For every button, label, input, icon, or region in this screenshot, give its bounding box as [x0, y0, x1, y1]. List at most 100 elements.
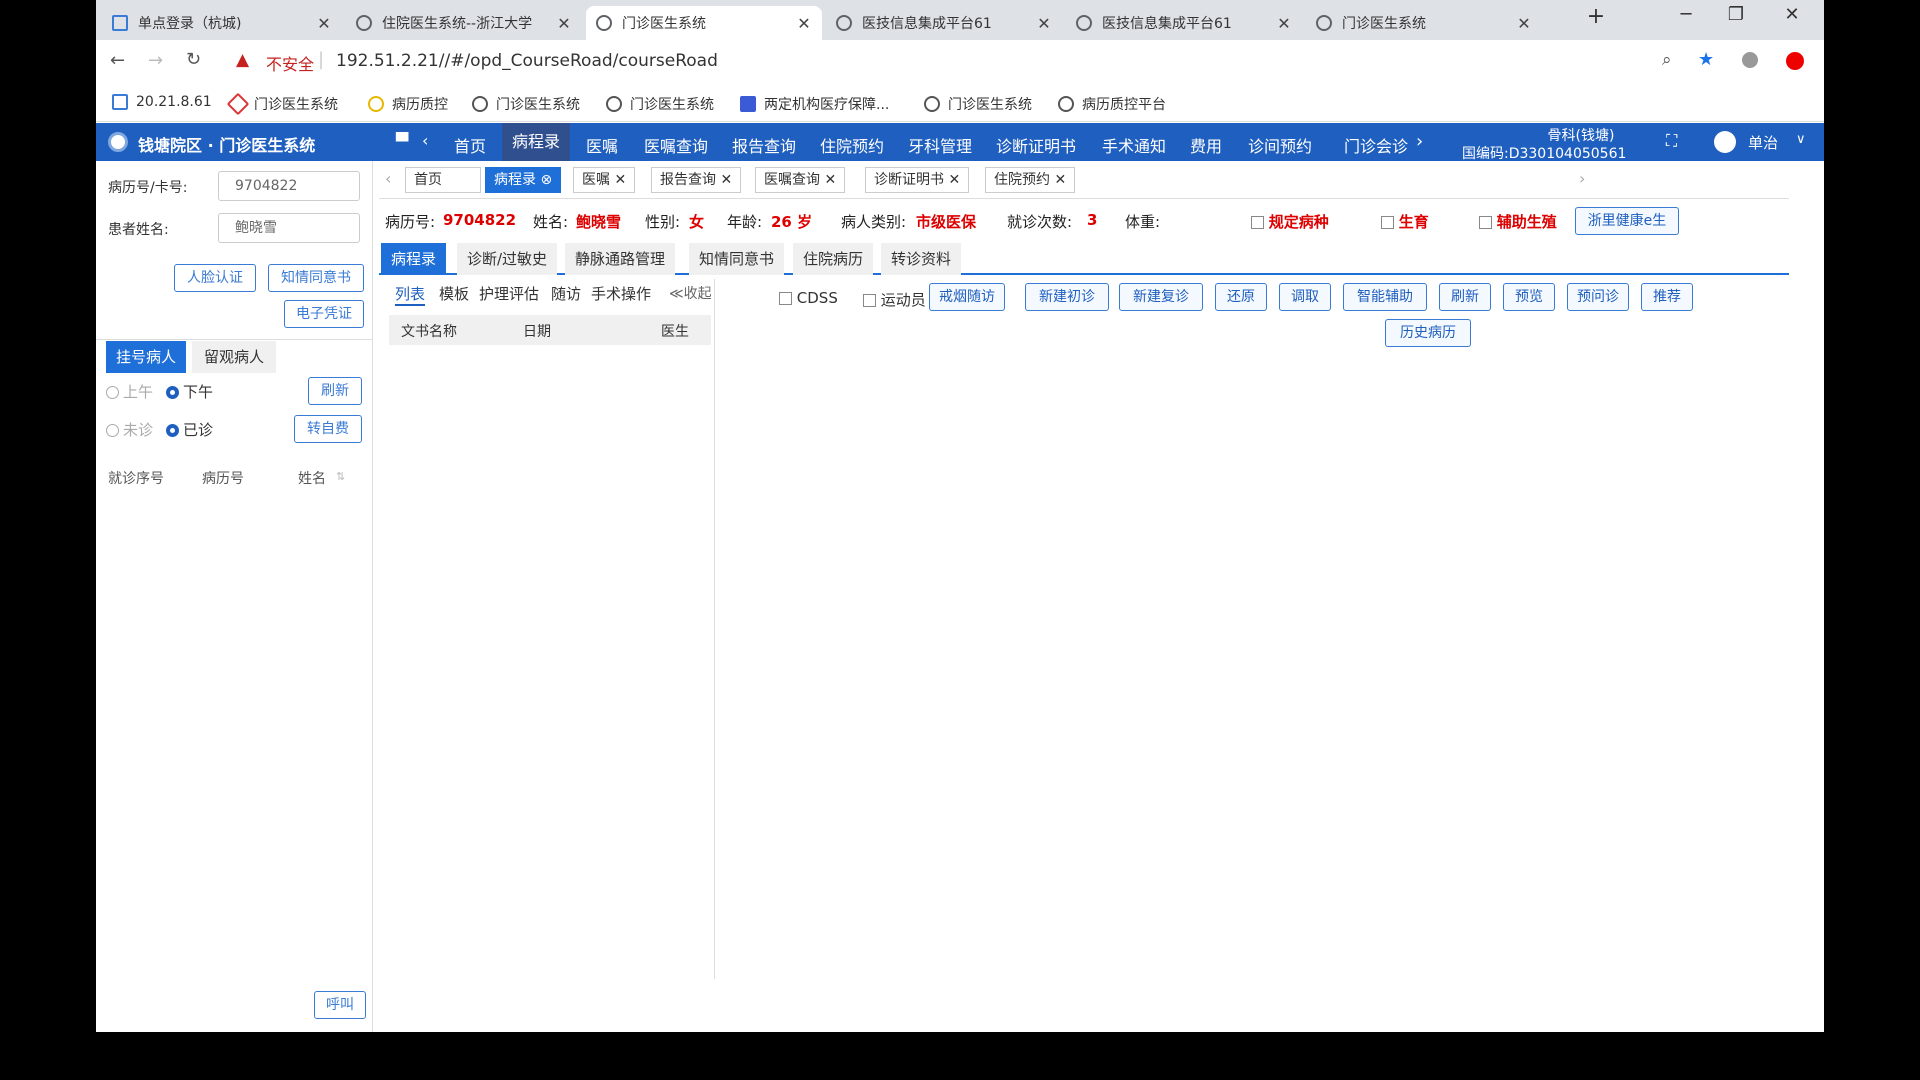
pm-radio[interactable]: 下午: [166, 381, 213, 402]
menu-icon[interactable]: ▀: [396, 132, 408, 151]
tab-observation[interactable]: 留观病人: [192, 341, 276, 373]
bookmark-item[interactable]: 门诊医生系统: [924, 94, 1032, 114]
browser-tab[interactable]: 单点登录（杭城) ✕: [102, 6, 342, 40]
tab-registered[interactable]: 挂号病人: [106, 341, 186, 373]
star-icon[interactable]: ★: [1698, 49, 1714, 70]
subtab-referral[interactable]: 转诊资料: [881, 243, 962, 275]
nav-surgery-notice[interactable]: 手术通知: [1102, 133, 1166, 157]
doc-tab-template[interactable]: 模板: [439, 283, 469, 304]
refresh-record-button[interactable]: 刷新: [1439, 283, 1491, 311]
restore-record-button[interactable]: 还原: [1215, 283, 1267, 311]
name-input[interactable]: 鲍晓雪: [218, 213, 360, 243]
consent-button[interactable]: 知情同意书: [268, 264, 364, 292]
browser-tab-active[interactable]: 门诊医生系统 ✕: [586, 6, 822, 40]
page-tab-admission[interactable]: 住院预约 ✕: [985, 167, 1076, 193]
collapse-button[interactable]: ≪收起: [669, 283, 712, 303]
zheli-health-button[interactable]: 浙里健康e生: [1575, 207, 1679, 235]
close-icon[interactable]: ✕: [614, 172, 626, 188]
profile-icon[interactable]: [1742, 52, 1758, 68]
nav-home[interactable]: 首页: [454, 133, 486, 157]
page-tab-report[interactable]: 报告查询 ✕: [651, 167, 742, 193]
nav-diagnosis-cert[interactable]: 诊断证明书: [996, 133, 1076, 157]
nav-report-query[interactable]: 报告查询: [732, 133, 796, 157]
rule-disease-checkbox[interactable]: 规定病种: [1251, 211, 1329, 232]
record-input[interactable]: 9704822: [218, 171, 360, 201]
browser-tab[interactable]: 住院医生系统--浙江大学 ✕: [346, 6, 582, 40]
preview-button[interactable]: 预览: [1503, 283, 1555, 311]
subtab-venous[interactable]: 静脉通路管理: [565, 243, 676, 275]
bookmark-item[interactable]: 门诊医生系统: [606, 94, 714, 114]
back-icon[interactable]: ←: [110, 50, 125, 71]
restore-button[interactable]: ❐: [1716, 4, 1756, 25]
scroll-right-icon[interactable]: ›: [1579, 169, 1585, 188]
new-first-visit-button[interactable]: 新建初诊: [1025, 283, 1109, 311]
cdss-checkbox[interactable]: CDSS: [779, 289, 838, 307]
doc-tab-surgery[interactable]: 手术操作: [591, 283, 651, 304]
window-close-button[interactable]: ✕: [1772, 4, 1812, 25]
nav-consultation[interactable]: 门诊会诊: [1344, 133, 1408, 157]
user-name[interactable]: 单治: [1748, 132, 1778, 153]
page-tab-order-query[interactable]: 医嘱查询 ✕: [755, 167, 846, 193]
fullscreen-icon[interactable]: ⛶: [1666, 131, 1677, 151]
history-record-button[interactable]: 历史病历: [1385, 319, 1471, 347]
close-icon[interactable]: ✕: [720, 172, 732, 188]
fetch-button[interactable]: 调取: [1279, 283, 1331, 311]
refresh-button[interactable]: 刷新: [308, 377, 362, 405]
browser-tab[interactable]: 医技信息集成平台61 ✕: [826, 6, 1062, 40]
nav-prev-icon[interactable]: ‹: [422, 131, 428, 150]
bookmark-item[interactable]: 病历质控: [368, 94, 448, 114]
bookmark-item[interactable]: 20.21.8.61: [112, 94, 212, 110]
new-tab-button[interactable]: +: [1576, 4, 1616, 29]
bookmark-item[interactable]: 门诊医生系统: [226, 92, 338, 116]
assisted-repro-checkbox[interactable]: 辅助生殖: [1479, 211, 1557, 232]
subtab-diagnosis[interactable]: 诊断/过敏史: [457, 243, 558, 275]
e-cert-button[interactable]: 电子凭证: [284, 300, 364, 328]
bookmark-item[interactable]: 门诊医生系统: [472, 94, 580, 114]
reload-icon[interactable]: ↻: [186, 49, 201, 70]
face-auth-button[interactable]: 人脸认证: [174, 264, 256, 292]
close-icon[interactable]: ✕: [556, 14, 572, 33]
zoom-icon[interactable]: ⌕: [1662, 50, 1672, 70]
seen-radio[interactable]: 已诊: [166, 419, 213, 440]
recommend-button[interactable]: 推荐: [1641, 283, 1693, 311]
chevron-down-icon[interactable]: ∨: [1796, 132, 1806, 147]
subtab-inpatient[interactable]: 住院病历: [793, 243, 874, 275]
nav-course-record[interactable]: 病程录: [502, 123, 571, 161]
page-tab-course[interactable]: 病程录 ⊗: [485, 167, 562, 193]
extension-icon[interactable]: [1786, 52, 1804, 70]
close-icon[interactable]: ✕: [824, 172, 836, 188]
pre-consult-button[interactable]: 预问诊: [1567, 283, 1629, 311]
scroll-left-icon[interactable]: ‹: [385, 169, 391, 188]
close-icon[interactable]: ✕: [796, 14, 812, 33]
subtab-course[interactable]: 病程录: [381, 243, 447, 275]
self-pay-button[interactable]: 转自费: [294, 415, 362, 443]
page-tab-orders[interactable]: 医嘱 ✕: [573, 167, 636, 193]
sort-icon[interactable]: ⇅: [336, 470, 345, 483]
close-icon[interactable]: ✕: [1516, 14, 1532, 33]
close-icon[interactable]: ✕: [1054, 172, 1066, 188]
smart-assist-button[interactable]: 智能辅助: [1343, 283, 1427, 311]
close-icon[interactable]: ✕: [948, 172, 960, 188]
nav-fees[interactable]: 费用: [1190, 133, 1222, 157]
athlete-checkbox[interactable]: 运动员: [863, 289, 926, 310]
smoking-followup-button[interactable]: 戒烟随访: [929, 283, 1005, 311]
nav-order-query[interactable]: 医嘱查询: [644, 133, 708, 157]
doc-tab-nursing[interactable]: 护理评估: [479, 283, 539, 304]
close-icon[interactable]: ⊗: [540, 172, 552, 188]
close-icon[interactable]: ✕: [1276, 14, 1292, 33]
page-tab-home[interactable]: 首页: [405, 167, 481, 193]
browser-tab[interactable]: 医技信息集成平台61 ✕: [1066, 6, 1302, 40]
call-button[interactable]: 呼叫: [314, 991, 366, 1019]
bookmark-item[interactable]: 两定机构医疗保障...: [740, 94, 889, 114]
bookmark-item[interactable]: 病历质控平台: [1058, 94, 1166, 114]
subtab-consent[interactable]: 知情同意书: [689, 243, 785, 275]
nav-admission[interactable]: 住院预约: [820, 133, 884, 157]
url-field[interactable]: 192.51.2.21//#/opd_CourseRoad/courseRoad: [336, 51, 718, 71]
browser-tab[interactable]: 门诊医生系统 ✕: [1306, 6, 1542, 40]
nav-next-icon[interactable]: ›: [1416, 131, 1423, 152]
birth-checkbox[interactable]: 生育: [1381, 211, 1429, 232]
am-radio[interactable]: 上午: [106, 381, 153, 402]
minimize-button[interactable]: ─: [1666, 4, 1706, 25]
forward-icon[interactable]: →: [148, 50, 163, 71]
close-icon[interactable]: ✕: [316, 14, 332, 33]
